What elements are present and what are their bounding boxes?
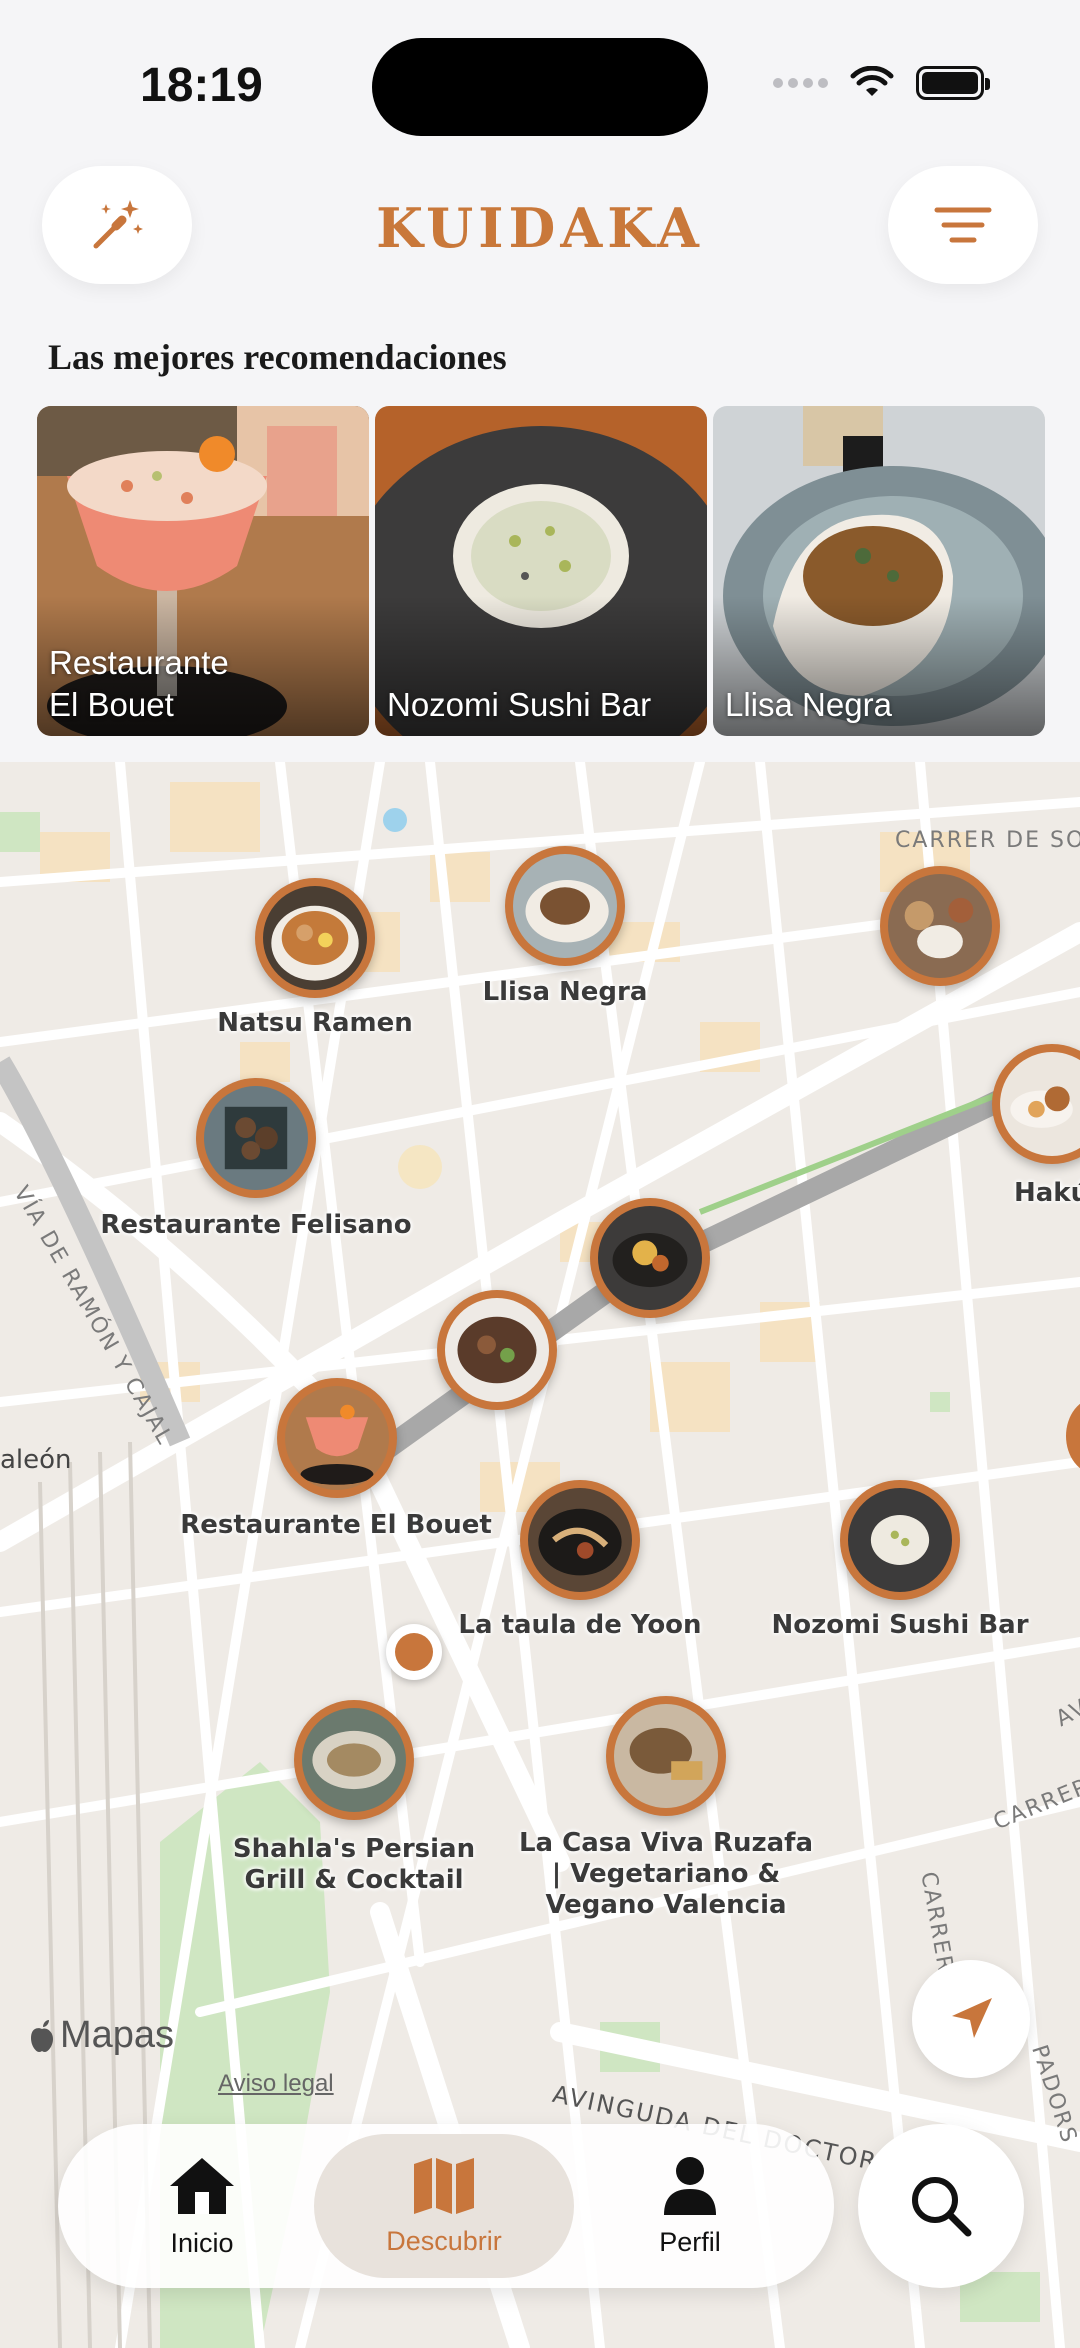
battery-icon [916, 66, 990, 100]
recommendation-card[interactable]: Restaurante El Bouet [37, 406, 369, 736]
restaurant-map-pin[interactable] [437, 1290, 557, 1410]
tab-perfil[interactable]: Perfil [560, 2134, 820, 2278]
pin-label: Llisa Negra [482, 977, 648, 1007]
map-view[interactable]: CARRER DE SOR VÍA DE RAMÓN Y CAJAL aleón… [0, 762, 1080, 2348]
pin-label: La taula de Yoon [458, 1610, 702, 1640]
tab-descubrir[interactable]: Descubrir [314, 2134, 574, 2278]
search-button[interactable] [858, 2124, 1024, 2288]
location-arrow-icon [952, 1998, 992, 2038]
app-header: KUIDAKA [0, 166, 1080, 286]
pin-label: Hakú [1014, 1178, 1080, 1208]
tab-inicio[interactable]: Inicio [72, 2134, 332, 2278]
restaurant-map-pin[interactable] [880, 866, 1000, 986]
tab-label: Inicio [170, 2227, 234, 2258]
search-icon [912, 2177, 972, 2237]
status-icons [773, 66, 990, 100]
filter-lines-icon [934, 207, 992, 243]
dish-photo [445, 1298, 549, 1402]
restaurant-map-pin[interactable] [520, 1480, 640, 1600]
restaurant-map-pin[interactable] [255, 878, 375, 998]
dish-photo [263, 886, 367, 990]
tab-label: Perfil [659, 2226, 721, 2257]
recommendations-title: Las mejores recomendaciones [48, 337, 507, 377]
home-icon [170, 2157, 234, 2214]
dish-photo [285, 1386, 389, 1490]
dynamic-island [372, 38, 708, 136]
legal-link[interactable]: Aviso legal [218, 2070, 334, 2098]
dish-photo [614, 1704, 718, 1808]
recommendations-carousel: Restaurante El Bouet Nozomi Sushi Bar Ll… [37, 406, 1045, 736]
filter-menu-button[interactable] [888, 166, 1038, 284]
apple-logo-icon [31, 2019, 53, 2052]
locate-me-button[interactable] [912, 1960, 1030, 2078]
dish-photo [598, 1206, 702, 1310]
recommendation-card[interactable]: Nozomi Sushi Bar [375, 406, 707, 736]
restaurant-map-pin[interactable] [590, 1198, 710, 1318]
pin-label: Nozomi Sushi Bar [771, 1610, 1029, 1640]
pin-label: Natsu Ramen [217, 1008, 413, 1038]
dish-photo [1000, 1052, 1080, 1156]
restaurant-map-pin[interactable] [294, 1700, 414, 1820]
tab-bar: Inicio Descubrir Perfil [58, 2124, 834, 2288]
restaurant-map-pin[interactable] [277, 1378, 397, 1498]
card-label: Restaurante El Bouet [49, 644, 229, 723]
pin-label: Restaurante Felisano [100, 1210, 412, 1240]
street-label: CARRER DE SOR [895, 828, 1080, 853]
dish-photo [528, 1488, 632, 1592]
restaurant-map-pin[interactable] [505, 846, 625, 966]
restaurant-map-pin[interactable] [196, 1078, 316, 1198]
recommendation-card[interactable]: Llisa Negra [713, 406, 1045, 736]
wifi-icon [850, 66, 894, 96]
dish-photo [302, 1708, 406, 1812]
pin-label: Restaurante El Bouet [180, 1510, 492, 1540]
pin-label: Shahla's Persian Grill & Cocktail [232, 1834, 476, 1895]
dish-photo [888, 874, 992, 978]
pin-label: La Casa Viva Ruzafa | Vegetariano & Vega… [518, 1828, 814, 1920]
restaurant-map-pin[interactable] [606, 1696, 726, 1816]
restaurant-map-pin[interactable] [840, 1480, 960, 1600]
card-label: Llisa Negra [725, 686, 892, 723]
dish-photo [204, 1086, 308, 1190]
user-location-dot [386, 1624, 442, 1680]
dish-photo [848, 1488, 952, 1592]
dish-photo [513, 854, 617, 958]
cellular-signal-icon [773, 78, 828, 88]
status-time: 18:19 [140, 59, 263, 112]
apple-maps-attribution: Mapas [28, 2014, 174, 2057]
card-label: Nozomi Sushi Bar [387, 686, 652, 723]
person-icon [664, 2156, 716, 2215]
map-icon [414, 2157, 474, 2214]
street-label: aleón [0, 1445, 72, 1475]
tab-label: Descubrir [386, 2225, 502, 2256]
status-bar: 18:19 [0, 0, 1080, 160]
